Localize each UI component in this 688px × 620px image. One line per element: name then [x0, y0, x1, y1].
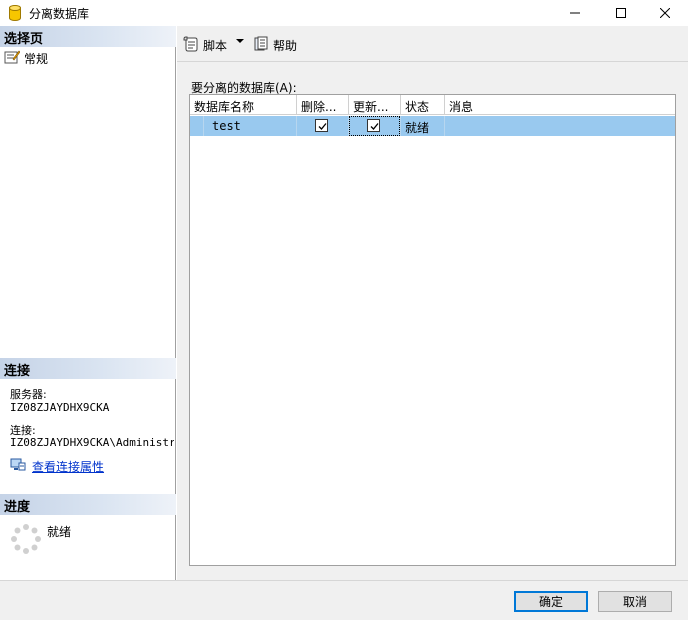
checkmark-icon: [318, 123, 327, 130]
help-label: 帮助: [273, 39, 298, 53]
row-selector[interactable]: [190, 116, 204, 136]
grid-header: 数据库名称 删除... 更新... 状态 消息: [190, 95, 675, 115]
script-icon: [183, 36, 199, 55]
table-row[interactable]: test 就绪: [190, 116, 675, 136]
column-header-message[interactable]: 消息: [445, 95, 675, 115]
page-settings-icon: [4, 50, 21, 67]
script-label: 脚本: [203, 39, 228, 53]
chevron-down-icon: [236, 39, 244, 43]
left-pane: 选择页 常规 连接 服务器: IZ08ZJAYDHX9CKA 连接: IZ08Z…: [0, 26, 176, 580]
cancel-button[interactable]: 取消: [598, 591, 672, 612]
view-connection-properties-link[interactable]: 查看连接属性: [10, 458, 104, 475]
title-bar: 分离数据库: [0, 0, 688, 26]
toolbar: 脚本 帮助: [177, 26, 688, 62]
maximize-icon: [616, 8, 626, 18]
window-title: 分离数据库: [29, 7, 90, 21]
drop-connections-checkbox[interactable]: [315, 119, 328, 132]
help-button[interactable]: 帮助: [253, 36, 297, 55]
page-item-general[interactable]: 常规: [4, 50, 48, 67]
column-header-status[interactable]: 状态: [401, 95, 445, 115]
databases-grid[interactable]: 数据库名称 删除... 更新... 状态 消息 test 就绪: [189, 94, 676, 566]
ok-button[interactable]: 确定: [514, 591, 588, 612]
help-icon: [253, 36, 269, 55]
database-name-cell: test: [204, 116, 297, 136]
server-label: 服务器:: [10, 388, 47, 401]
minimize-icon: [570, 12, 580, 14]
drop-connections-cell[interactable]: [297, 116, 349, 136]
server-value: IZ08ZJAYDHX9CKA: [10, 401, 110, 414]
connection-value: IZ08ZJAYDHX9CKA\Administrat: [10, 436, 174, 449]
close-button[interactable]: [642, 0, 688, 26]
right-pane: 脚本 帮助 要分离的数据库(A): 数据库名称 删除... 更新... 状态 消…: [177, 26, 688, 580]
page-item-label: 常规: [24, 52, 49, 66]
minimize-button[interactable]: [552, 0, 598, 26]
message-cell: [445, 116, 675, 136]
connection-properties-icon: [10, 458, 26, 475]
view-connection-properties-label: 查看连接属性: [32, 460, 105, 474]
column-header-name[interactable]: 数据库名称: [190, 95, 297, 115]
script-button[interactable]: 脚本: [183, 36, 227, 55]
progress-status: 就绪: [47, 525, 72, 539]
button-bar: 确定 取消: [0, 580, 688, 620]
progress-header: 进度: [0, 494, 176, 515]
progress-spinner-icon: [10, 523, 42, 555]
maximize-button[interactable]: [598, 0, 644, 26]
connection-header: 连接: [0, 358, 176, 379]
focused-cell-outline: [349, 116, 400, 136]
close-icon: [660, 8, 670, 18]
column-header-update[interactable]: 更新...: [349, 95, 401, 115]
database-icon: [9, 5, 21, 21]
status-cell: 就绪: [401, 116, 445, 136]
script-dropdown-button[interactable]: [236, 38, 244, 44]
column-header-drop[interactable]: 删除...: [297, 95, 349, 115]
select-page-header: 选择页: [0, 26, 176, 47]
